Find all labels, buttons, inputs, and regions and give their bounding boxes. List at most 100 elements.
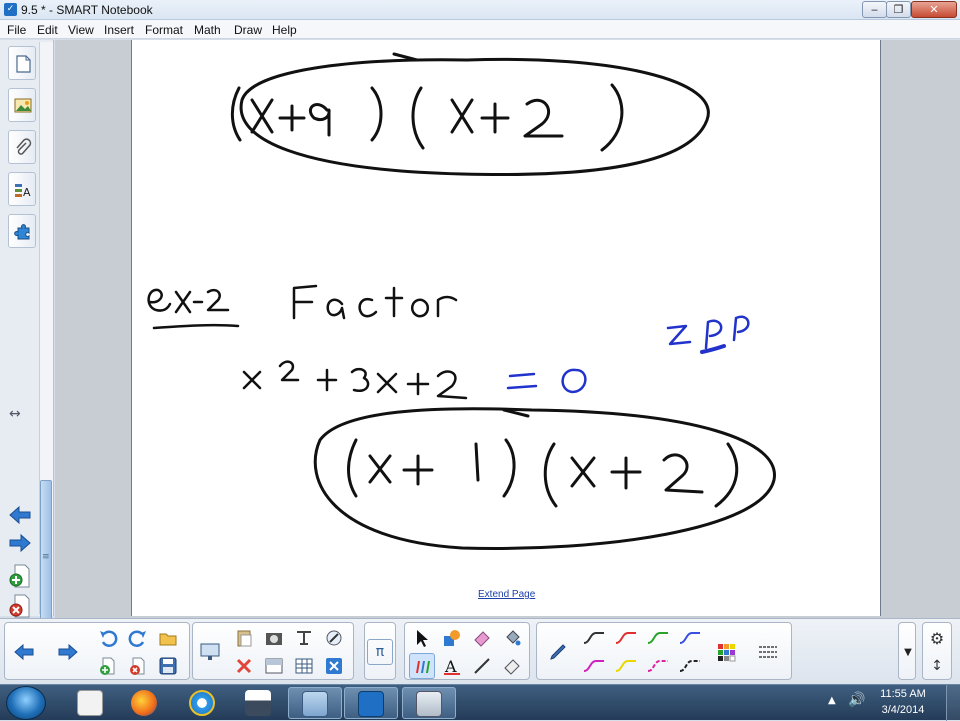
paste-icon[interactable] — [231, 625, 257, 651]
open-folder-icon[interactable] — [155, 625, 181, 651]
color-palette-icon[interactable] — [713, 639, 739, 665]
menu-edit[interactable]: Edit — [37, 23, 58, 37]
screen-shade-icon[interactable] — [261, 653, 287, 679]
svg-text:A: A — [23, 186, 31, 199]
clock-time[interactable]: 11:55 AM — [872, 688, 934, 700]
pen-color-swatch[interactable] — [677, 653, 703, 679]
menu-insert[interactable]: Insert — [104, 23, 134, 37]
pen-type-icon[interactable] — [545, 639, 571, 665]
extend-page-link[interactable]: Extend Page — [478, 589, 535, 600]
eraser-pink-icon[interactable] — [469, 625, 495, 651]
close-button[interactable]: ✕ — [911, 1, 957, 18]
redo-icon[interactable] — [125, 625, 151, 651]
resize-icon[interactable]: ↔ — [9, 406, 21, 422]
magic-pen-icon[interactable] — [321, 625, 347, 651]
shapes-icon[interactable] — [439, 625, 465, 651]
toolbar-settings: ⚙ ↕ — [922, 622, 952, 680]
line-icon[interactable] — [469, 653, 495, 679]
screen-capture-icon[interactable] — [261, 625, 287, 651]
show-hidden-icons-button[interactable]: ▲ — [828, 695, 836, 706]
select-arrow-icon[interactable] — [409, 625, 435, 651]
toolbar-group-tools: A — [404, 622, 530, 680]
window-title: 9.5 * - SMART Notebook — [21, 3, 153, 17]
fill-icon[interactable] — [499, 625, 525, 651]
title-bar: ✓ 9.5 * - SMART Notebook ‒ ❐ ✕ — [0, 0, 960, 20]
pen-color-swatch[interactable] — [581, 653, 607, 679]
menu-file[interactable]: File — [7, 23, 26, 37]
quadratic-equation — [242, 360, 468, 400]
bottom-factored-expression — [347, 438, 739, 508]
properties-icon[interactable]: A — [8, 172, 36, 206]
menu-math[interactable]: Math — [194, 23, 221, 37]
pens-icon[interactable] — [409, 653, 435, 679]
taskbar-smart-notebook-icon[interactable] — [344, 687, 398, 719]
next-page-icon[interactable] — [7, 532, 33, 554]
page-sorter-icon[interactable] — [8, 46, 36, 80]
smart-notebook-app-icon: ✓ — [4, 3, 17, 16]
pen-color-swatch[interactable] — [645, 653, 671, 679]
equals-zero — [506, 368, 587, 394]
menu-view[interactable]: View — [68, 23, 94, 37]
minimize-button[interactable]: ‒ — [862, 1, 887, 18]
pen-color-swatch[interactable] — [613, 625, 639, 651]
close-document-icon[interactable] — [321, 653, 347, 679]
add-ons-icon[interactable] — [8, 214, 36, 248]
handwriting-layer — [147, 52, 776, 550]
menu-help[interactable]: Help — [272, 23, 297, 37]
menu-format[interactable]: Format — [145, 23, 183, 37]
display-screen-icon[interactable] — [197, 639, 223, 665]
top-factored-expression — [230, 83, 624, 152]
zpp-note — [666, 315, 750, 354]
eraser-icon[interactable] — [499, 653, 525, 679]
toolbar-dropdown-icon[interactable]: ▼ — [895, 639, 921, 665]
toolbar-group-pen-styles — [536, 622, 792, 680]
delete-icon[interactable] — [231, 653, 257, 679]
toolbar-group-math: π — [364, 622, 396, 680]
previous-page-icon[interactable] — [11, 639, 37, 665]
start-button[interactable] — [6, 686, 46, 720]
delete-page-icon[interactable] — [125, 653, 151, 679]
toolbar-group-pages — [4, 622, 190, 680]
undo-icon[interactable] — [95, 625, 121, 651]
document-camera-icon[interactable] — [291, 625, 317, 651]
taskbar-firefox-icon[interactable] — [118, 687, 172, 719]
main-toolbar: π A ▼ ⚙ ↕ — [0, 618, 960, 684]
windows-taskbar: ▲ 🔊 11:55 AM 3/4/2014 — [0, 684, 960, 721]
customize-toolbar-gear-icon[interactable]: ⚙ — [924, 625, 950, 651]
pen-color-swatch[interactable] — [645, 625, 671, 651]
maximize-button[interactable]: ❐ — [886, 1, 911, 18]
clock-date[interactable]: 3/4/2014 — [872, 704, 934, 716]
next-page-icon[interactable] — [55, 639, 81, 665]
text-icon[interactable]: A — [439, 653, 465, 679]
toolbar-group-edit — [192, 622, 354, 680]
taskbar-calculator-icon[interactable] — [288, 687, 342, 719]
scroll-grip-icon: ≡ — [42, 552, 50, 562]
menu-bar: File Edit View Insert Format Math Draw H… — [0, 20, 960, 39]
notebook-page[interactable]: Extend Page — [131, 40, 881, 616]
taskbar-app-bunny[interactable] — [64, 687, 118, 719]
gallery-icon[interactable] — [8, 88, 36, 122]
pen-color-swatch[interactable] — [677, 625, 703, 651]
line-style-icon[interactable] — [755, 639, 781, 665]
delete-page-icon[interactable] — [8, 594, 32, 618]
taskbar-internet-explorer-icon[interactable] — [176, 687, 230, 719]
toolbar-overflow: ▼ — [898, 622, 916, 680]
math-tools-button[interactable]: π — [367, 639, 393, 665]
insert-page-icon[interactable] — [95, 653, 121, 679]
attachments-icon[interactable] — [8, 130, 36, 164]
move-toolbar-icon[interactable]: ↕ — [924, 653, 950, 679]
add-page-icon[interactable] — [8, 564, 32, 588]
previous-page-icon[interactable] — [7, 504, 33, 526]
pen-color-swatch[interactable] — [613, 653, 639, 679]
taskbar-fax-printer-icon[interactable] — [232, 687, 286, 719]
save-icon[interactable] — [155, 653, 181, 679]
menu-draw[interactable]: Draw — [234, 23, 262, 37]
taskbar-explorer-window-icon[interactable] — [402, 687, 456, 719]
workspace: Extend Page — [55, 40, 960, 618]
insert-table-icon[interactable] — [291, 653, 317, 679]
example-label — [147, 288, 240, 330]
pen-color-swatch[interactable] — [581, 625, 607, 651]
show-desktop-button[interactable] — [946, 685, 960, 721]
side-panel: A ↔ ≡ — [0, 40, 54, 646]
volume-icon[interactable]: 🔊 — [848, 692, 865, 708]
